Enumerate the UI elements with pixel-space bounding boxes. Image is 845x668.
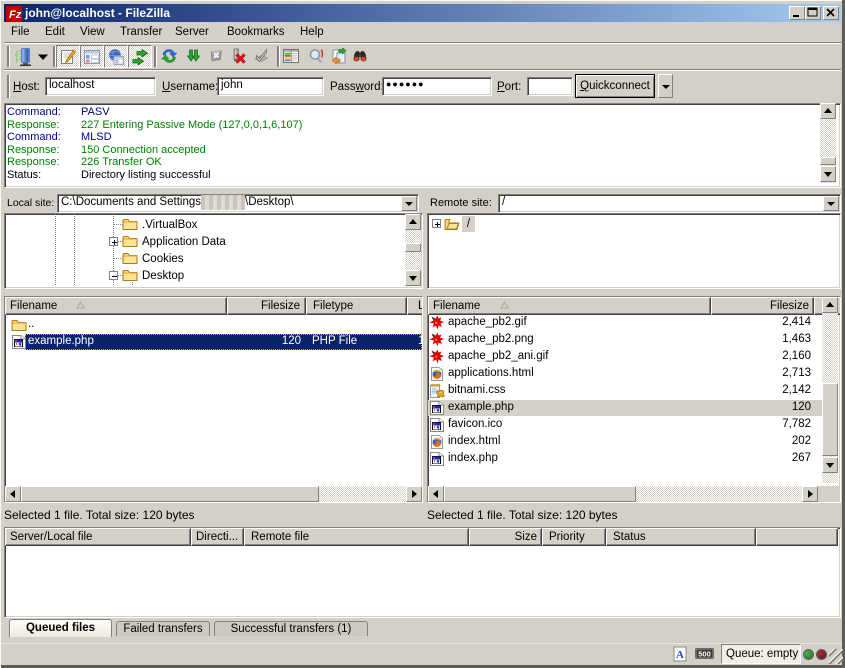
svg-text:Fz: Fz — [9, 9, 22, 21]
svg-text:500: 500 — [698, 650, 711, 659]
